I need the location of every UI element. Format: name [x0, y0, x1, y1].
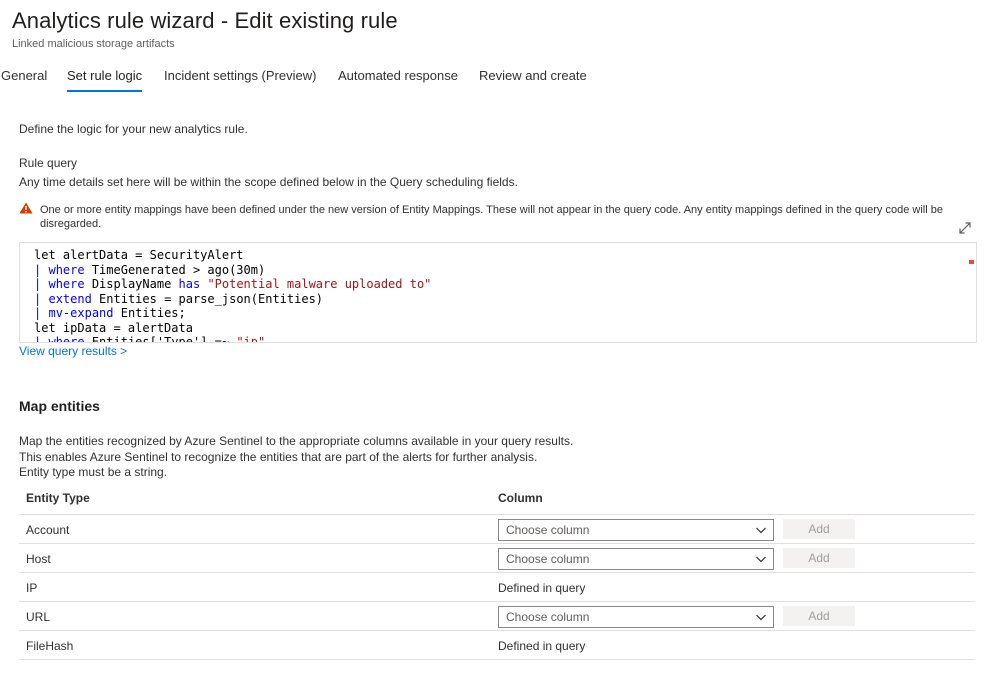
entity-type-label: Account	[26, 523, 70, 537]
table-row: FileHash Defined in query	[19, 630, 975, 660]
code-line: let alertData = SecurityAlert	[34, 248, 244, 262]
entity-mapping-warning: One or more entity mappings have been de…	[40, 204, 943, 230]
query-editor[interactable]: let alertData = SecurityAlert | where Ti…	[19, 242, 977, 343]
chevron-down-icon	[756, 614, 766, 621]
page-title: Analytics rule wizard - Edit existing ru…	[12, 8, 398, 33]
entity-type-label: IP	[26, 581, 38, 595]
column-select[interactable]: Choose column	[498, 519, 774, 541]
entity-type-label: Host	[26, 552, 51, 566]
tab-incident-settings[interactable]: Incident settings (Preview)	[164, 68, 316, 83]
code-line: let ipData = alertData	[34, 320, 193, 335]
tab-automated-response[interactable]: Automated response	[338, 68, 458, 83]
tab-review-and-create[interactable]: Review and create	[479, 68, 587, 83]
defined-in-query-text: Defined in query	[498, 639, 586, 653]
description-line: Map the entities recognized by Azure Sen…	[19, 434, 574, 448]
expand-icon[interactable]	[958, 221, 972, 235]
table-row: Account Choose column Add	[19, 514, 975, 544]
select-value: Choose column	[506, 523, 590, 537]
description-line: This enables Azure Sentinel to recognize…	[19, 449, 538, 464]
entity-type-header: Entity Type	[26, 491, 90, 505]
code-line: | where Entities['Type'] =~ "ip"	[34, 335, 266, 343]
page-subtitle: Linked malicious storage artifacts	[12, 38, 175, 50]
select-value: Choose column	[506, 610, 590, 624]
code-line: | where TimeGenerated > ago(30m)	[34, 262, 266, 277]
add-button[interactable]: Add	[783, 606, 855, 626]
table-row: URL Choose column Add	[19, 601, 975, 631]
entity-type-label: URL	[26, 610, 51, 624]
tab-set-rule-logic[interactable]: Set rule logic	[67, 68, 142, 83]
rule-query-help: Any time details set here will be within…	[19, 175, 518, 189]
chevron-down-icon	[756, 527, 766, 534]
entity-type-label: FileHash	[26, 639, 74, 653]
view-query-results-link[interactable]: View query results >	[19, 344, 127, 358]
table-divider	[19, 659, 975, 660]
table-row: Host Choose column Add	[19, 543, 975, 573]
active-tab-indicator	[67, 90, 142, 92]
editor-scroll-marker	[969, 260, 974, 264]
defined-in-query-text: Defined in query	[498, 581, 586, 595]
code-line: | extend Entities = parse_json(Entities)	[34, 291, 324, 306]
chevron-down-icon	[756, 556, 766, 563]
column-header: Column	[498, 491, 543, 505]
description-line: Entity type must be a string.	[19, 465, 168, 479]
add-button[interactable]: Add	[783, 519, 855, 539]
column-select[interactable]: Choose column	[498, 548, 774, 570]
tab-general[interactable]: General	[1, 68, 47, 83]
warning-icon	[19, 202, 33, 214]
code-line: | where DisplayName has "Potential malwa…	[34, 277, 432, 291]
query-code: let alertData = SecurityAlert | where Ti…	[34, 248, 432, 343]
map-entities-title: Map entities	[19, 398, 100, 414]
rule-query-label: Rule query	[19, 156, 78, 170]
code-line: | mv-expand Entities;	[34, 306, 186, 320]
add-button[interactable]: Add	[783, 548, 855, 568]
intro-text: Define the logic for your new analytics …	[19, 122, 248, 136]
map-entities-description: Map the entities recognized by Azure Sen…	[19, 434, 573, 481]
table-row: IP Defined in query	[19, 572, 975, 602]
column-select[interactable]: Choose column	[498, 606, 774, 628]
select-value: Choose column	[506, 552, 590, 566]
